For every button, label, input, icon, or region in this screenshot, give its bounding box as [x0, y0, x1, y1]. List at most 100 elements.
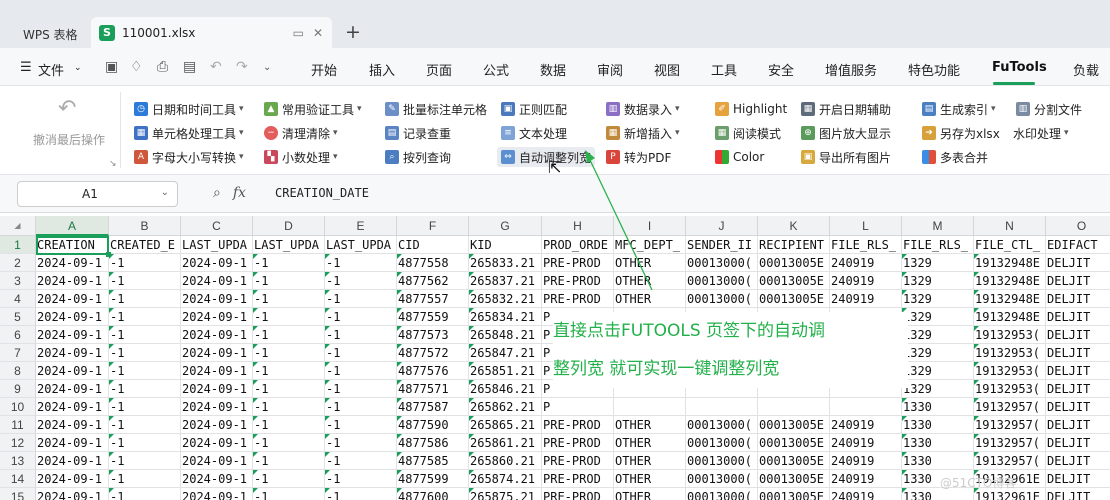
- table-cell[interactable]: DELJIT: [1046, 308, 1110, 326]
- table-cell[interactable]: [830, 398, 902, 416]
- table-cell[interactable]: 2024-09-1: [181, 272, 253, 290]
- table-cell[interactable]: 2024-09-1: [36, 398, 109, 416]
- table-cell[interactable]: PRE-PROD: [542, 470, 614, 488]
- column-header-o[interactable]: O: [1046, 216, 1110, 236]
- table-cell[interactable]: -1: [325, 290, 397, 308]
- table-cell[interactable]: 240919: [830, 452, 902, 470]
- table-cell[interactable]: 19132957(: [974, 434, 1046, 452]
- table-cell[interactable]: OTHER: [614, 452, 686, 470]
- table-cell[interactable]: 240919: [830, 470, 902, 488]
- row-header[interactable]: 3: [0, 272, 36, 290]
- highlight-button[interactable]: ✐ Highlight: [715, 99, 787, 119]
- batch-mark-button[interactable]: ✎ 批量标注单元格: [385, 99, 487, 119]
- table-cell[interactable]: DELJIT: [1046, 380, 1110, 398]
- autofit-column-button[interactable]: ⇔ 自动调整列宽: [497, 147, 596, 167]
- table-cell[interactable]: 4877572: [397, 344, 469, 362]
- date-assist-button[interactable]: ▦ 开启日期辅助: [801, 99, 891, 119]
- table-cell[interactable]: 19132957(: [974, 398, 1046, 416]
- column-header-i[interactable]: I: [614, 216, 686, 236]
- table-cell[interactable]: 1329: [902, 362, 974, 380]
- to-pdf-button[interactable]: P 转为PDF: [606, 147, 671, 167]
- table-cell[interactable]: 4877559: [397, 308, 469, 326]
- table-cell[interactable]: 1329: [902, 326, 974, 344]
- preview-icon[interactable]: ▤: [183, 59, 196, 75]
- hamburger-icon[interactable]: ☰: [20, 60, 32, 75]
- case-convert-button[interactable]: A 字母大小写转换 ▾: [134, 147, 244, 167]
- table-cell[interactable]: 19132953(: [974, 344, 1046, 362]
- row-header[interactable]: 8: [0, 362, 36, 380]
- table-cell[interactable]: 00013000(: [686, 416, 758, 434]
- table-cell[interactable]: -1: [325, 326, 397, 344]
- select-all-corner[interactable]: ◢: [0, 216, 36, 236]
- table-cell[interactable]: 1329: [902, 380, 974, 398]
- table-cell[interactable]: 2024-09-1: [36, 452, 109, 470]
- table-cell[interactable]: -1: [325, 380, 397, 398]
- menu-formula[interactable]: 公式: [483, 60, 509, 79]
- menu-value-added[interactable]: 增值服务: [825, 60, 877, 79]
- table-cell[interactable]: -1: [109, 416, 181, 434]
- row-header[interactable]: 12: [0, 434, 36, 452]
- table-cell[interactable]: 2024-09-1: [36, 362, 109, 380]
- table-cell[interactable]: 00013000(: [686, 254, 758, 272]
- table-cell[interactable]: RECIPIENT: [758, 236, 830, 254]
- table-cell[interactable]: 4877587: [397, 398, 469, 416]
- window-icon[interactable]: ▭: [293, 26, 304, 40]
- table-cell[interactable]: DELJIT: [1046, 488, 1110, 500]
- table-cell[interactable]: DELJIT: [1046, 344, 1110, 362]
- table-cell[interactable]: -1: [109, 470, 181, 488]
- table-cell[interactable]: -1: [253, 434, 325, 452]
- table-cell[interactable]: 00013000(: [686, 488, 758, 500]
- table-cell[interactable]: OTHER: [614, 470, 686, 488]
- column-header-l[interactable]: L: [830, 216, 902, 236]
- table-cell[interactable]: -1: [325, 452, 397, 470]
- table-cell[interactable]: 4877576: [397, 362, 469, 380]
- table-cell[interactable]: 1330: [902, 416, 974, 434]
- table-cell[interactable]: 265848.21: [469, 326, 542, 344]
- table-cell[interactable]: 00013005E: [758, 254, 830, 272]
- table-cell[interactable]: -1: [253, 380, 325, 398]
- table-cell[interactable]: OTHER: [614, 416, 686, 434]
- table-cell[interactable]: OTHER: [614, 272, 686, 290]
- table-cell[interactable]: 2024-09-1: [181, 470, 253, 488]
- table-cell[interactable]: 2024-09-1: [36, 272, 109, 290]
- table-cell[interactable]: 2024-09-1: [181, 398, 253, 416]
- table-cell[interactable]: [686, 398, 758, 416]
- table-cell[interactable]: 2024-09-1: [181, 254, 253, 272]
- generate-index-button[interactable]: ▤ 生成索引 ▾: [922, 99, 996, 119]
- table-cell[interactable]: 240919: [830, 416, 902, 434]
- undo-large-icon[interactable]: ↶: [58, 96, 76, 121]
- table-cell[interactable]: LAST_UPDA: [181, 236, 253, 254]
- table-cell[interactable]: 19132948E: [974, 290, 1046, 308]
- row-header[interactable]: 5: [0, 308, 36, 326]
- table-cell[interactable]: 2024-09-1: [181, 380, 253, 398]
- table-cell[interactable]: P: [542, 398, 614, 416]
- table-cell[interactable]: DELJIT: [1046, 272, 1110, 290]
- table-cell[interactable]: 4877586: [397, 434, 469, 452]
- table-cell[interactable]: -1: [253, 488, 325, 500]
- undo-last-button[interactable]: 撤消最后操作: [33, 131, 105, 148]
- table-cell[interactable]: -1: [253, 452, 325, 470]
- date-time-tools-button[interactable]: ◷ 日期和时间工具 ▾: [134, 99, 244, 119]
- column-header-h[interactable]: H: [542, 216, 614, 236]
- tab-wps-home[interactable]: WPS 表格: [14, 20, 86, 48]
- table-cell[interactable]: -1: [253, 308, 325, 326]
- decimal-button[interactable]: ▚ 小数处理 ▾: [264, 147, 338, 167]
- table-cell[interactable]: FILE_RLS_: [902, 236, 974, 254]
- zoom-icon[interactable]: ⌕: [213, 185, 221, 201]
- table-cell[interactable]: 19132948E: [974, 272, 1046, 290]
- table-cell[interactable]: 2024-09-1: [181, 416, 253, 434]
- menu-view[interactable]: 视图: [654, 60, 680, 79]
- table-cell[interactable]: DELJIT: [1046, 326, 1110, 344]
- column-header-k[interactable]: K: [758, 216, 830, 236]
- table-cell[interactable]: -1: [109, 272, 181, 290]
- table-cell[interactable]: 1329: [902, 308, 974, 326]
- table-cell[interactable]: DELJIT: [1046, 254, 1110, 272]
- table-cell[interactable]: 4877600: [397, 488, 469, 500]
- table-cell[interactable]: 265832.21: [469, 290, 542, 308]
- watermark-button[interactable]: 水印处理 ▾: [1013, 123, 1069, 143]
- table-cell[interactable]: 4877558: [397, 254, 469, 272]
- table-cell[interactable]: 265834.21: [469, 308, 542, 326]
- table-cell[interactable]: 00013000(: [686, 272, 758, 290]
- validation-tools-button[interactable]: ▲ 常用验证工具 ▾: [264, 99, 362, 119]
- menu-file[interactable]: 文件: [38, 60, 64, 79]
